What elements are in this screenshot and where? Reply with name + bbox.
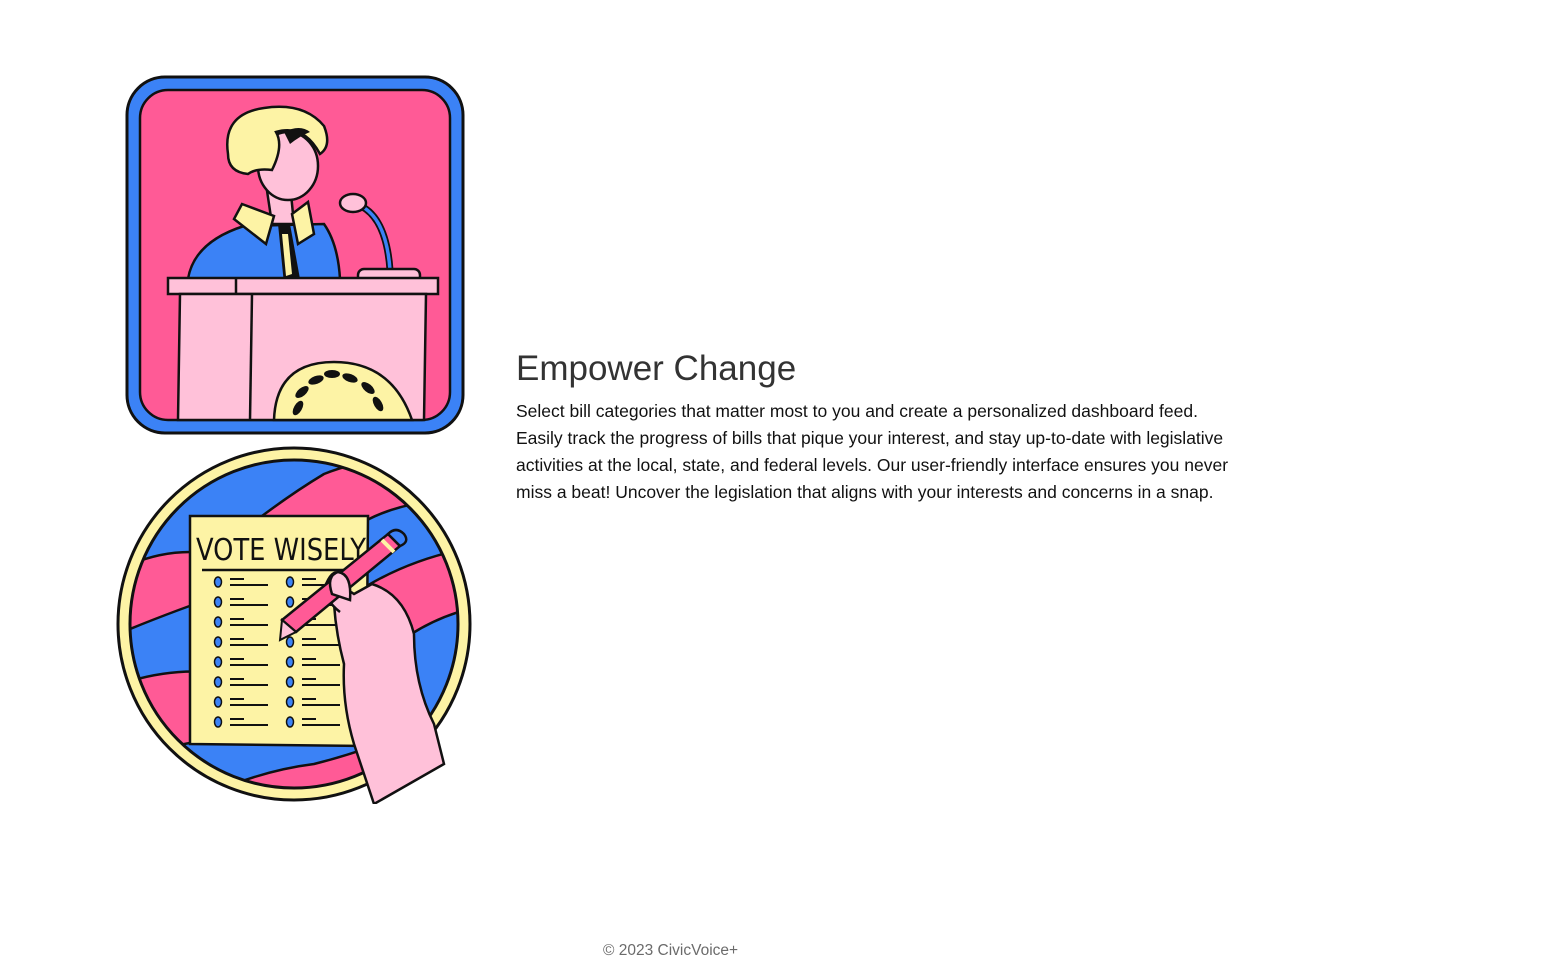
ballot-checkbox [213,616,223,628]
vote-wisely-illustration: VOTE WISELY [116,446,472,804]
ballot-checkbox [285,696,295,708]
ballot-checkbox [213,636,223,648]
ballot-checkbox [285,656,295,668]
feature-section: Empower Change Select bill categories th… [516,346,1236,506]
ballot-checkbox [285,676,295,688]
ballot-checkbox [213,676,223,688]
footer-copyright: © 2023 CivicVoice+ [603,942,739,959]
section-description: Select bill categories that matter most … [516,401,1229,502]
speaker-podium-illustration [125,75,465,435]
ballot-checkbox [285,596,295,608]
section-title: Empower Change [516,349,797,388]
ballot-checkbox [213,576,223,588]
ballot-checkbox [213,596,223,608]
page: VOTE WISELY Empower Change Select bill c… [0,0,1542,963]
ballot-checkbox [285,716,295,728]
ballot-checkbox [285,576,295,588]
ballot-checkbox [213,716,223,728]
ballot-heading: VOTE WISELY [196,533,367,568]
ballot-checkbox [285,636,295,648]
ballot-checkbox [213,656,223,668]
ballot-checkbox [213,696,223,708]
